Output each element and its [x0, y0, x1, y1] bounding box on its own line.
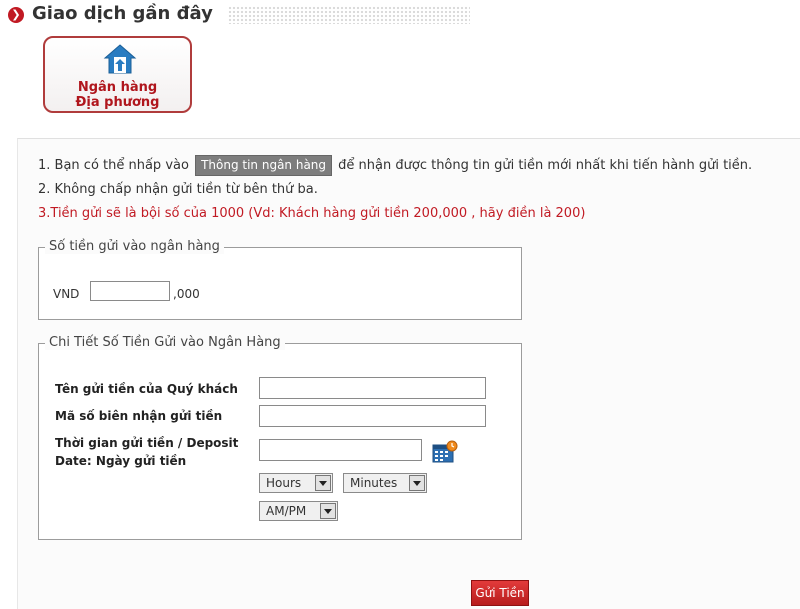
- amount-suffix: ,000: [173, 287, 200, 301]
- red-arrow-bullet-icon: ❯: [8, 7, 24, 23]
- calendar-icon[interactable]: [432, 440, 458, 464]
- bank-tile-label-2: Địa phương: [75, 95, 160, 110]
- currency-label: VND: [53, 287, 80, 301]
- receipt-label: Mã số biên nhận gửi tiền: [55, 409, 223, 423]
- section-title: Giao dịch gần đây: [32, 3, 213, 24]
- chevron-down-icon: [320, 503, 336, 519]
- chevron-down-icon: [315, 475, 331, 491]
- name-label: Tên gửi tiền của Quý khách: [55, 382, 238, 396]
- ampm-select[interactable]: AM/PM: [259, 501, 338, 521]
- hours-select-value: Hours: [266, 476, 302, 490]
- note-1-suffix: để nhận được thông tin gửi tiền mới nhất…: [338, 158, 753, 173]
- time-label-2: Date: Ngày gửi tiền: [55, 454, 187, 468]
- note-1-prefix: 1. Bạn có thể nhấp vào: [38, 158, 189, 173]
- amount-legend: Số tiền gửi vào ngân hàng: [45, 239, 224, 254]
- section-header: ❯ Giao dịch gần đây: [0, 0, 800, 30]
- deposit-submit-button[interactable]: Gửi Tiền: [471, 580, 529, 606]
- amount-input[interactable]: [90, 281, 170, 301]
- bank-tile-label-1: Ngân hàng: [77, 80, 158, 95]
- note-3: 3.Tiền gửi sẽ là bội số của 1000 (Vd: Kh…: [38, 206, 586, 221]
- bank-house-icon: [103, 44, 137, 74]
- time-label-1: Thời gian gửi tiền / Deposit: [55, 436, 239, 450]
- minutes-select[interactable]: Minutes: [343, 473, 427, 493]
- header-dotted-divider: [228, 6, 470, 24]
- hours-select[interactable]: Hours: [259, 473, 333, 493]
- amount-fieldset: Số tiền gửi vào ngân hàng VND ,000: [38, 239, 522, 320]
- minutes-select-value: Minutes: [350, 476, 398, 490]
- depositor-name-input[interactable]: [259, 377, 486, 399]
- deposit-date-input[interactable]: [259, 439, 422, 461]
- ampm-select-value: AM/PM: [266, 504, 307, 518]
- receipt-number-input[interactable]: [259, 405, 486, 427]
- note-2: 2. Không chấp nhận gửi tiền từ bên thứ b…: [38, 182, 318, 197]
- bank-info-button[interactable]: Thông tin ngân hàng: [195, 155, 333, 176]
- detail-legend: Chi Tiết Số Tiền Gửi vào Ngân Hàng: [45, 335, 285, 350]
- chevron-down-icon: [409, 475, 425, 491]
- note-1: 1. Bạn có thể nhấp vào Thông tin ngân hà…: [38, 155, 752, 176]
- local-bank-tile[interactable]: Ngân hàng Địa phương: [43, 36, 192, 113]
